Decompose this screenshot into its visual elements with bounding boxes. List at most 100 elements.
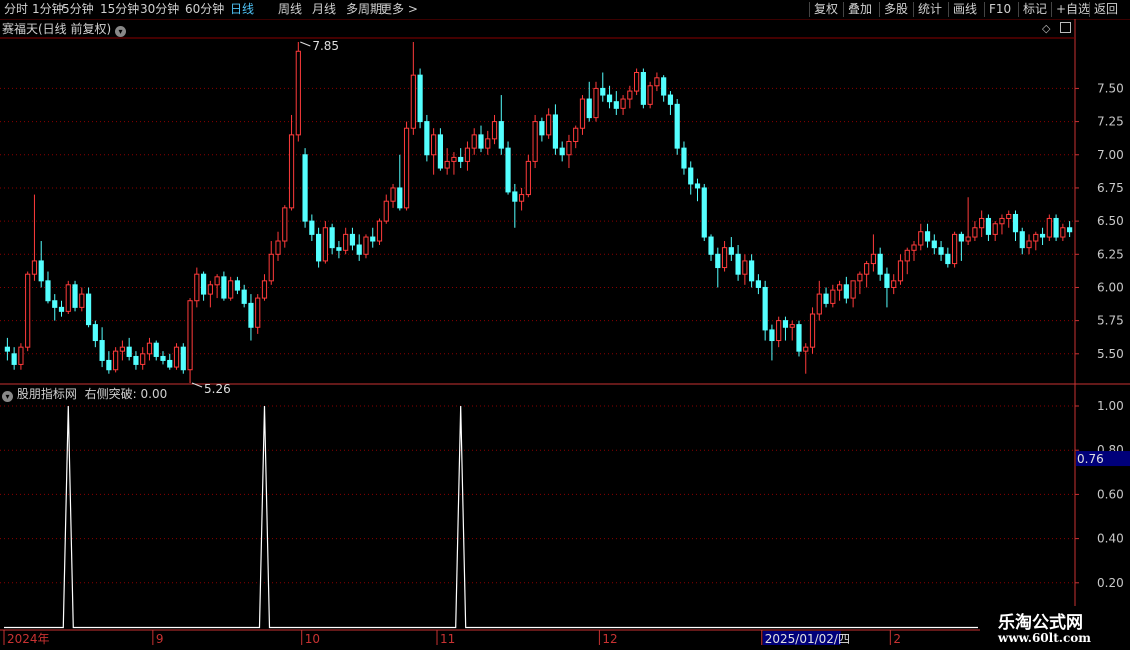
candle-body-up [403,127,410,209]
candle-body-up [546,114,552,136]
candle-body-up [721,247,728,269]
candle-body-down [424,121,430,156]
candle-body-up [654,77,660,87]
candle-body-up [376,220,383,242]
candle-body-up [295,50,301,136]
candle-body-up [1033,233,1039,242]
candle-body-up [816,293,822,315]
candle-body-up [113,350,119,371]
panel-toggle-icon[interactable] [1059,22,1071,33]
chart-settings-icons[interactable]: ◇ [1042,22,1071,36]
time-axis-label: 10 [305,632,320,646]
candle-body-down [613,101,619,109]
candle-body-down [505,147,511,193]
candle-body-down [539,121,545,136]
candle-body-up [228,280,234,299]
candle-body-up [789,324,795,328]
candle-body-down [552,114,559,149]
candle-body-up [383,200,389,222]
candle-body-up [634,72,640,92]
candle-body-up [518,194,525,202]
candle-body-up [261,280,268,299]
candle-body-up [343,233,349,251]
candle-body-up [119,346,125,352]
indicator-line [4,405,978,629]
candle-body-down [735,253,741,275]
candle-body-down [302,154,308,222]
indicator-y-tick-label: 1.00 [1097,399,1124,413]
candle-body-down [72,284,78,308]
candle-body-up [25,273,31,348]
candle-body-down [1067,227,1073,233]
candle-body-down [877,253,883,275]
candle-body-down [661,77,667,96]
candle-body-up [194,273,200,302]
indicator-title: ▾ 股朋指标网 右侧突破: 0.00 [2,387,167,402]
candle-body-up [897,260,904,282]
candle-body-up [471,134,477,149]
candle-body-up [965,236,971,242]
candle-body-down [478,134,484,149]
candle-body-up [579,98,586,129]
candle-body-down [397,187,403,209]
candle-body-up [532,121,538,162]
main-y-tick-label: 7.25 [1097,115,1124,129]
indicator-dropdown-icon[interactable]: ▾ [2,391,13,402]
candle-body-up [275,240,281,255]
candle-body-down [931,240,937,249]
candle-body-down [85,293,92,326]
candle-body-up [288,134,295,209]
candle-body-down [715,253,721,269]
candle-body-down [728,247,734,255]
candle-body-down [1019,231,1025,249]
candle-body-down [823,293,829,304]
main-y-tick-label: 5.50 [1097,347,1124,361]
candle-body-up [255,297,261,328]
time-axis-label: 2024年 [7,632,50,646]
candle-body-down [958,233,964,242]
candle-body-down [796,324,802,352]
candle-body-up [809,313,816,348]
candle-body-up [593,87,599,119]
title-dropdown-icon[interactable]: ▾ [115,26,127,37]
candle-body-up [282,207,288,242]
candle-body-down [417,74,423,123]
max-arrow [300,41,311,47]
candle-body-down [99,340,105,361]
candle-body-up [363,236,369,255]
indicator-y-tick-label: 0.20 [1097,576,1124,590]
candle-body-down [153,342,159,357]
candle-body-down [180,346,186,371]
candle-body-down [336,247,342,251]
candle-body-down [126,346,132,357]
time-axis-label: 2 [893,632,901,646]
main-y-tick-label: 6.75 [1097,181,1124,195]
candle-body-up [65,284,71,312]
candle-body-down [762,286,768,331]
candle-body-up [390,187,396,202]
candle-body-down [349,233,356,246]
candle-body-down [92,324,98,342]
candle-body-up [31,260,38,275]
candle-body-down [688,167,694,185]
candle-body-down [45,280,51,302]
candle-body-down [1053,217,1059,238]
candle-body-down [133,355,139,365]
main-y-tick-label: 7.00 [1097,148,1124,162]
main-y-tick-label: 6.50 [1097,214,1124,228]
indicator-y-tick-label: 0.40 [1097,532,1124,546]
diamond-icon[interactable]: ◇ [1042,22,1050,35]
candle-body-down [234,280,241,291]
time-axis-label: 11 [440,632,455,646]
candle-body-down [498,121,504,149]
main-y-tick-label: 5.75 [1097,314,1124,328]
candle-body-up [146,342,153,355]
candle-body-up [214,276,220,286]
candle-body-down [674,103,680,149]
main-y-tick-label: 7.50 [1097,81,1124,95]
watermark-logo: 乐淘公式网 www.60lt.com [980,606,1130,650]
candle-body-up [742,260,748,275]
candle-body-up [173,346,180,368]
candle-body-up [322,227,328,262]
candle-body-down [309,220,315,235]
